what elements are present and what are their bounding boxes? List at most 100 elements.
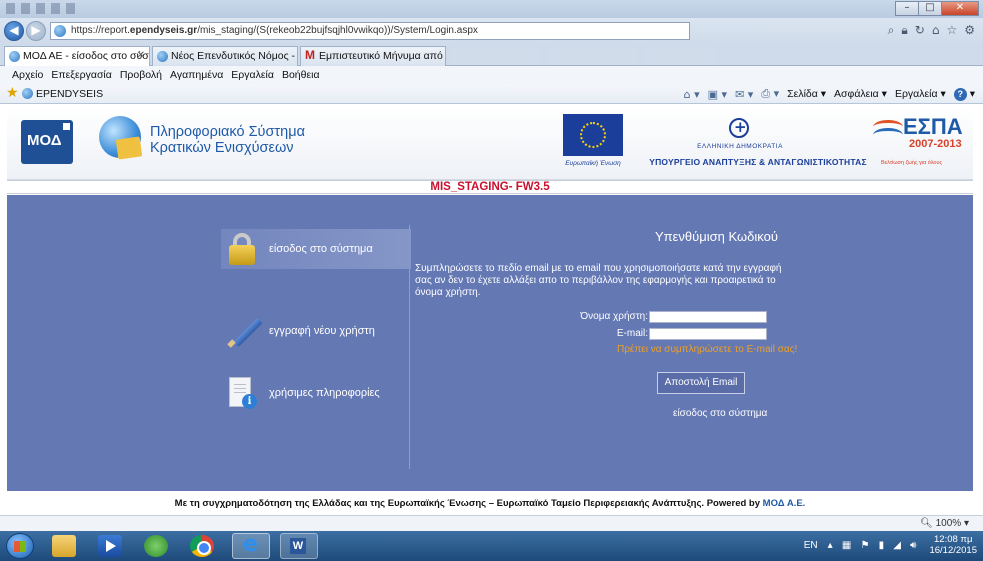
language-indicator[interactable]: EN [804, 540, 818, 551]
menu-tools[interactable]: Εργαλεία [227, 66, 278, 84]
zoom-level: 100% [935, 518, 962, 529]
tab-gmail-message[interactable]: M Εμπιστευτικό Μήνυμα από το ... [300, 46, 446, 66]
login-link[interactable]: είσοδος στο σύστημα [673, 408, 767, 419]
media-player-icon[interactable] [98, 535, 122, 557]
home-icon[interactable]: ⌂ [932, 23, 940, 38]
send-email-button[interactable]: Αποστολή Email [657, 372, 745, 394]
menu-help[interactable]: Βοήθεια [278, 66, 324, 84]
username-input[interactable] [649, 311, 767, 323]
tray-icons[interactable]: ▴ ▦ ⚑ ▮ ◢ 🔊︎ [828, 540, 920, 551]
minimize-button[interactable]: – [895, 1, 919, 16]
menu-item-label: είσοδος στο σύστημα [269, 243, 373, 255]
favorites-bar: ★ EPENDYSEIS ⌂ ▾ ▣ ▾ ✉ ▾ ⎙ ▾ Σελίδα ▾ Ασ… [0, 84, 983, 104]
mail-icon[interactable]: ✉ ▾ [735, 88, 753, 101]
form-description: Συμπληρώσετε το πεδίο email με το email … [415, 263, 782, 298]
login-panel: είσοδος στο σύστημα εγγραφή νέου χρήστη … [7, 195, 973, 491]
windows-taskbar: EN ▴ ▦ ⚑ ▮ ◢ 🔊︎ 12:08 πμ 16/12/2015 [0, 531, 983, 561]
back-button[interactable]: ◀ [4, 21, 24, 41]
favorites-star-icon[interactable]: ☆ [946, 23, 957, 38]
espa-logo-text: ΕΣΠΑ [903, 114, 963, 139]
favorite-favicon-icon [22, 88, 33, 99]
page-menu[interactable]: Σελίδα ▾ [787, 88, 826, 100]
footer-brand-link[interactable]: ΜΟΔ Α.Ε. [763, 498, 806, 509]
system-title-line-2: Κρατικών Ενισχύσεων [150, 140, 294, 156]
help-menu[interactable]: ? ▾ [953, 87, 975, 101]
file-explorer-icon[interactable] [52, 535, 76, 557]
pencil-icon [227, 317, 263, 348]
email-input[interactable] [649, 328, 767, 340]
site-header: ΜΟΔ Πληροφοριακό Σύστημα Κρατικών Ενισχύ… [7, 108, 973, 180]
menu-edit[interactable]: Επεξεργασία [47, 66, 116, 84]
word-icon[interactable] [280, 533, 318, 559]
system-tray: EN ▴ ▦ ⚑ ▮ ◢ 🔊︎ 12:08 πμ 16/12/2015 [804, 534, 977, 556]
tab-label: Εμπιστευτικό Μήνυμα από το ... [319, 50, 445, 62]
forward-button[interactable]: ▶ [26, 21, 46, 41]
close-window-button[interactable]: ✕ [941, 1, 979, 16]
feeds-icon[interactable]: ▣ ▾ [708, 88, 727, 101]
messenger-icon[interactable] [144, 535, 168, 557]
maximize-button[interactable]: □ [918, 1, 942, 16]
espa-years: 2007-2013 [909, 138, 962, 150]
menu-item-label: εγγραφή νέου χρήστη [269, 325, 375, 337]
system-title-line-1: Πληροφοριακό Σύστημα [150, 124, 305, 140]
espa-logo: ΕΣΠΑ 2007-2013 Βελτίωση ζωής για όλους [873, 114, 965, 174]
blurred-tab[interactable] [646, 47, 716, 65]
email-label: E-mail: [616, 328, 648, 339]
address-path: /mis_staging/(S(rekeob22bujfsqjhl0vwikqo… [197, 25, 478, 36]
globe-icon [99, 116, 141, 158]
clock-date: 16/12/2015 [929, 545, 977, 556]
footer-text: Με τη συγχρηματοδότηση της Ελλάδας και τ… [174, 498, 763, 509]
print-icon[interactable]: ⎙ ▾ [761, 87, 779, 101]
tab-investment-law[interactable]: Νέος Επενδυτικός Νόμος - 39... [152, 46, 298, 66]
status-bar: 🔍︎ 100% ▾ [0, 515, 983, 531]
refresh-icon[interactable]: ↻ [915, 23, 925, 38]
ministry-label: ΥΠΟΥΡΓΕΙΟ ΑΝΑΠΤΥΞΗΣ & ΑΝΤΑΓΩΝΙΣΤΙΚΟΤΗΤΑΣ [649, 157, 867, 167]
favorites-star-icon[interactable]: ★ [6, 85, 19, 101]
tools-menu[interactable]: Εργαλεία ▾ [895, 88, 946, 100]
menu-bar: Αρχείο Επεξεργασία Προβολή Αγαπημένα Εργ… [0, 66, 983, 84]
page-favicon-icon [54, 25, 66, 37]
page-menu-label: Σελίδα [787, 88, 818, 100]
blurred-tab[interactable] [548, 47, 638, 65]
window-title-bar: – □ ✕ [0, 0, 983, 18]
tab-moda-login[interactable]: ΜΟΔ ΑΕ - είσοδος στο σύσ... ✕ [4, 46, 150, 66]
menu-file[interactable]: Αρχείο [8, 66, 47, 84]
menu-favorites[interactable]: Αγαπημένα [166, 66, 227, 84]
menu-view[interactable]: Προβολή [116, 66, 166, 84]
greek-emblem-icon [729, 118, 749, 138]
quick-access-toolbar [6, 3, 76, 14]
zoom-control[interactable]: 🔍︎ 100% ▾ [920, 518, 969, 529]
tab-label: Νέος Επενδυτικός Νόμος - 39... [171, 50, 297, 62]
blurred-tab[interactable] [450, 47, 540, 65]
tab-favicon-icon [9, 51, 20, 62]
system-title: Πληροφοριακό Σύστημα Κρατικών Ενισχύσεων [150, 124, 305, 156]
start-button[interactable] [6, 533, 34, 559]
command-bar: ⌂ ▾ ▣ ▾ ✉ ▾ ⎙ ▾ Σελίδα ▾ Ασφάλεια ▾ Εργα… [684, 87, 975, 101]
favorite-link-ependyseis[interactable]: EPENDYSEIS [22, 87, 103, 101]
tab-close-icon[interactable]: ✕ [137, 47, 145, 65]
eu-flag-icon [563, 114, 623, 156]
footer: Με τη συγχρηματοδότηση της Ελλάδας και τ… [7, 495, 973, 513]
search-icon[interactable]: ⌕ [888, 23, 895, 38]
tab-favicon-icon [157, 51, 168, 62]
lock-icon[interactable]: 🔒︎ [901, 23, 907, 38]
address-domain: ependyseis.gr [129, 25, 198, 36]
favorite-label: EPENDYSEIS [36, 88, 104, 100]
address-bar[interactable]: https://report.ependyseis.gr/mis_staging… [50, 22, 690, 40]
settings-gear-icon[interactable]: ⚙ [964, 23, 975, 38]
safety-menu-label: Ασφάλεια [834, 88, 879, 100]
web-page: ΜΟΔ Πληροφοριακό Σύστημα Κρατικών Ενισχύ… [0, 104, 983, 515]
info-document-icon: i [229, 377, 257, 409]
clock[interactable]: 12:08 πμ 16/12/2015 [929, 534, 977, 556]
internet-explorer-icon[interactable] [232, 532, 270, 559]
moda-logo[interactable]: ΜΟΔ [21, 120, 73, 164]
address-row: ◀ ▶ https://report.ependyseis.gr/mis_sta… [0, 18, 983, 44]
lock-icon [229, 233, 255, 265]
home-icon[interactable]: ⌂ ▾ [684, 88, 700, 101]
safety-menu[interactable]: Ασφάλεια ▾ [834, 88, 887, 100]
username-label: Όνομα χρήστη: [580, 311, 648, 322]
menu-item-label: χρήσιμες πληροφορίες [269, 387, 380, 399]
chrome-icon[interactable] [190, 535, 214, 557]
address-protocol: https://report. [71, 25, 130, 36]
espa-tagline: Βελτίωση ζωής για όλους [881, 160, 943, 166]
